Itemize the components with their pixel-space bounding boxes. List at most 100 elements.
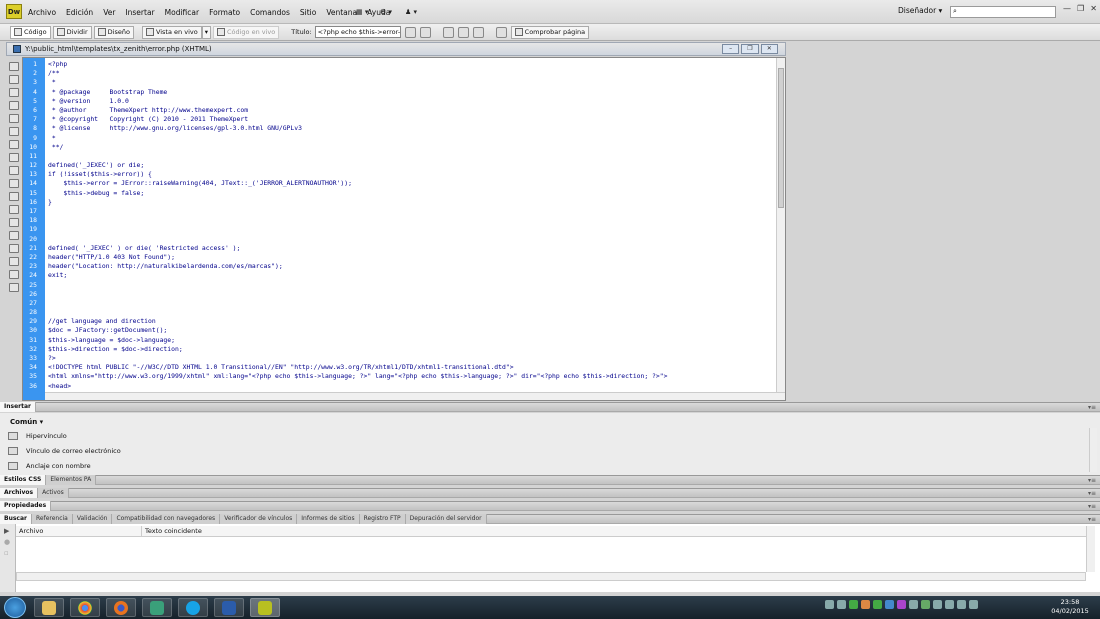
save-report-icon[interactable]: ▫	[4, 549, 9, 557]
tab-verificador-vinculos[interactable]: Verificador de vínculos	[220, 514, 298, 524]
menu-ver[interactable]: Ver	[103, 8, 115, 17]
taskbar-clock[interactable]: 23:58 04/02/2015	[1044, 598, 1096, 616]
tray-icon[interactable]	[873, 600, 882, 609]
menu-ventana[interactable]: Ventana	[326, 8, 357, 17]
code-editor[interactable]: 1 <?php 2/** 3 * 4 * @package Bootstrap Them…	[22, 57, 786, 401]
tab-validacion[interactable]: Validación	[72, 514, 113, 524]
syntax-error-icon[interactable]	[9, 179, 19, 188]
wrap-tag-icon[interactable]	[9, 218, 19, 227]
menu-comandos[interactable]: Comandos	[250, 8, 290, 17]
panel-menu-icon[interactable]: ▾≡	[1088, 490, 1096, 497]
play-icon[interactable]: ▶	[4, 527, 9, 535]
tray-icon[interactable]	[909, 600, 918, 609]
collapse-tag-icon[interactable]	[9, 88, 19, 97]
design-view-button[interactable]: Diseño	[93, 25, 134, 39]
tab-elementos-pa[interactable]: Elementos PA	[46, 475, 97, 485]
select-parent-tag-icon[interactable]	[9, 127, 19, 136]
doc-restore-icon[interactable]: ❐	[741, 44, 759, 54]
doc-minimize-icon[interactable]: –	[722, 44, 740, 54]
tab-archivos[interactable]: Archivos	[0, 488, 39, 498]
split-view-button[interactable]: Dividir	[52, 25, 92, 39]
volume-icon[interactable]	[945, 600, 954, 609]
apply-comment-icon[interactable]	[9, 192, 19, 201]
start-button[interactable]	[4, 597, 26, 618]
validate-icon[interactable]	[495, 26, 507, 38]
tab-informes-sitios[interactable]: Informes de sitios	[297, 514, 360, 524]
tray-icon[interactable]	[849, 600, 858, 609]
insert-named-anchor[interactable]: Anclaje con nombre	[8, 460, 91, 472]
indent-code-icon[interactable]	[9, 257, 19, 266]
menu-insertar[interactable]: Insertar	[125, 8, 154, 17]
flag-icon[interactable]	[957, 600, 966, 609]
tray-icon[interactable]	[897, 600, 906, 609]
scroll-thumb[interactable]	[778, 68, 784, 208]
highlight-invalid-icon[interactable]	[9, 166, 19, 175]
panel-menu-icon[interactable]: ▾≡	[1088, 516, 1096, 523]
line-numbers-icon[interactable]	[9, 153, 19, 162]
menu-modificar[interactable]: Modificar	[165, 8, 199, 17]
editor-vertical-scrollbar[interactable]	[776, 58, 785, 394]
workspace-switcher[interactable]: Diseñador ▾	[898, 6, 942, 15]
column-archivo[interactable]: Archivo	[16, 526, 142, 536]
tray-icon[interactable]	[837, 600, 846, 609]
recent-snippets-icon[interactable]	[9, 231, 19, 240]
results-vertical-scrollbar[interactable]	[1086, 526, 1095, 572]
network-signal-icon[interactable]	[933, 600, 942, 609]
taskbar-network-app[interactable]	[142, 598, 172, 617]
menu-edicion[interactable]: Edición	[66, 8, 93, 17]
insert-email-link[interactable]: Vínculo de correo electrónico	[8, 445, 121, 457]
editor-horizontal-scrollbar[interactable]	[45, 392, 785, 400]
column-texto-coincidente[interactable]: Texto coincidente	[142, 526, 1086, 536]
insert-panel-scrollbar[interactable]	[1089, 428, 1097, 472]
tray-icon[interactable]	[969, 600, 978, 609]
tab-buscar[interactable]: Buscar	[0, 514, 32, 524]
show-code-navigator-icon[interactable]	[9, 75, 19, 84]
live-view-button[interactable]: Vista en vivo	[141, 25, 202, 39]
doc-close-icon[interactable]: ✕	[760, 44, 778, 54]
document-tab[interactable]: Y:\public_html\templates\tx_zenith\error…	[6, 42, 786, 56]
panel-menu-icon[interactable]: ▾≡	[1088, 477, 1096, 484]
taskbar-explorer[interactable]	[34, 598, 64, 617]
results-horizontal-scrollbar[interactable]	[16, 572, 1086, 581]
refresh-icon[interactable]	[442, 26, 454, 38]
menu-sitio[interactable]: Sitio	[300, 8, 316, 17]
outdent-code-icon[interactable]	[9, 270, 19, 279]
check-page-button[interactable]: Comprobar página	[510, 25, 590, 39]
tray-icon[interactable]	[861, 600, 870, 609]
tab-propiedades[interactable]: Propiedades	[0, 501, 52, 511]
move-css-icon[interactable]	[9, 244, 19, 253]
tab-registro-ftp[interactable]: Registro FTP	[359, 514, 406, 524]
site-button[interactable]: ♟ ▾	[405, 6, 417, 18]
layout-button[interactable]: ▦ ▾	[356, 6, 368, 18]
preview-icon[interactable]	[419, 26, 431, 38]
stop-icon[interactable]: ●	[4, 538, 10, 546]
taskbar-word[interactable]	[214, 598, 244, 617]
tray-icon[interactable]	[825, 600, 834, 609]
tray-icon[interactable]	[921, 600, 930, 609]
tab-insertar[interactable]: Insertar	[0, 402, 36, 412]
tab-estilos-css[interactable]: Estilos CSS	[0, 475, 47, 485]
extend-button[interactable]: ⚙ ▾	[380, 6, 392, 18]
tab-compatibilidad[interactable]: Compatibilidad con navegadores	[112, 514, 221, 524]
tab-depuracion-servidor[interactable]: Depuración del servidor	[405, 514, 487, 524]
code-view-button[interactable]: Código	[10, 25, 51, 39]
expand-all-icon[interactable]	[9, 114, 19, 123]
taskbar-skype[interactable]	[178, 598, 208, 617]
tab-referencia[interactable]: Referencia	[31, 514, 73, 524]
taskbar-chrome[interactable]	[70, 598, 100, 617]
live-view-dropdown[interactable]: ▾	[201, 25, 211, 39]
taskbar-firefox[interactable]	[106, 598, 136, 617]
file-management-icon[interactable]	[404, 26, 416, 38]
panel-menu-icon[interactable]: ▾≡	[1088, 503, 1096, 510]
collapse-selection-icon[interactable]	[9, 101, 19, 110]
format-source-icon[interactable]	[9, 283, 19, 292]
taskbar-dreamweaver[interactable]	[250, 598, 280, 617]
minimize-icon[interactable]: —	[1063, 4, 1071, 18]
balance-braces-icon[interactable]	[9, 140, 19, 149]
view-options-icon[interactable]	[457, 26, 469, 38]
menu-formato[interactable]: Formato	[209, 8, 240, 17]
panel-menu-icon[interactable]: ▾≡	[1088, 404, 1096, 411]
insert-hyperlink[interactable]: Hipervínculo	[8, 430, 67, 442]
visual-aids-icon[interactable]	[472, 26, 484, 38]
search-input[interactable]: ⌕	[950, 6, 1056, 18]
